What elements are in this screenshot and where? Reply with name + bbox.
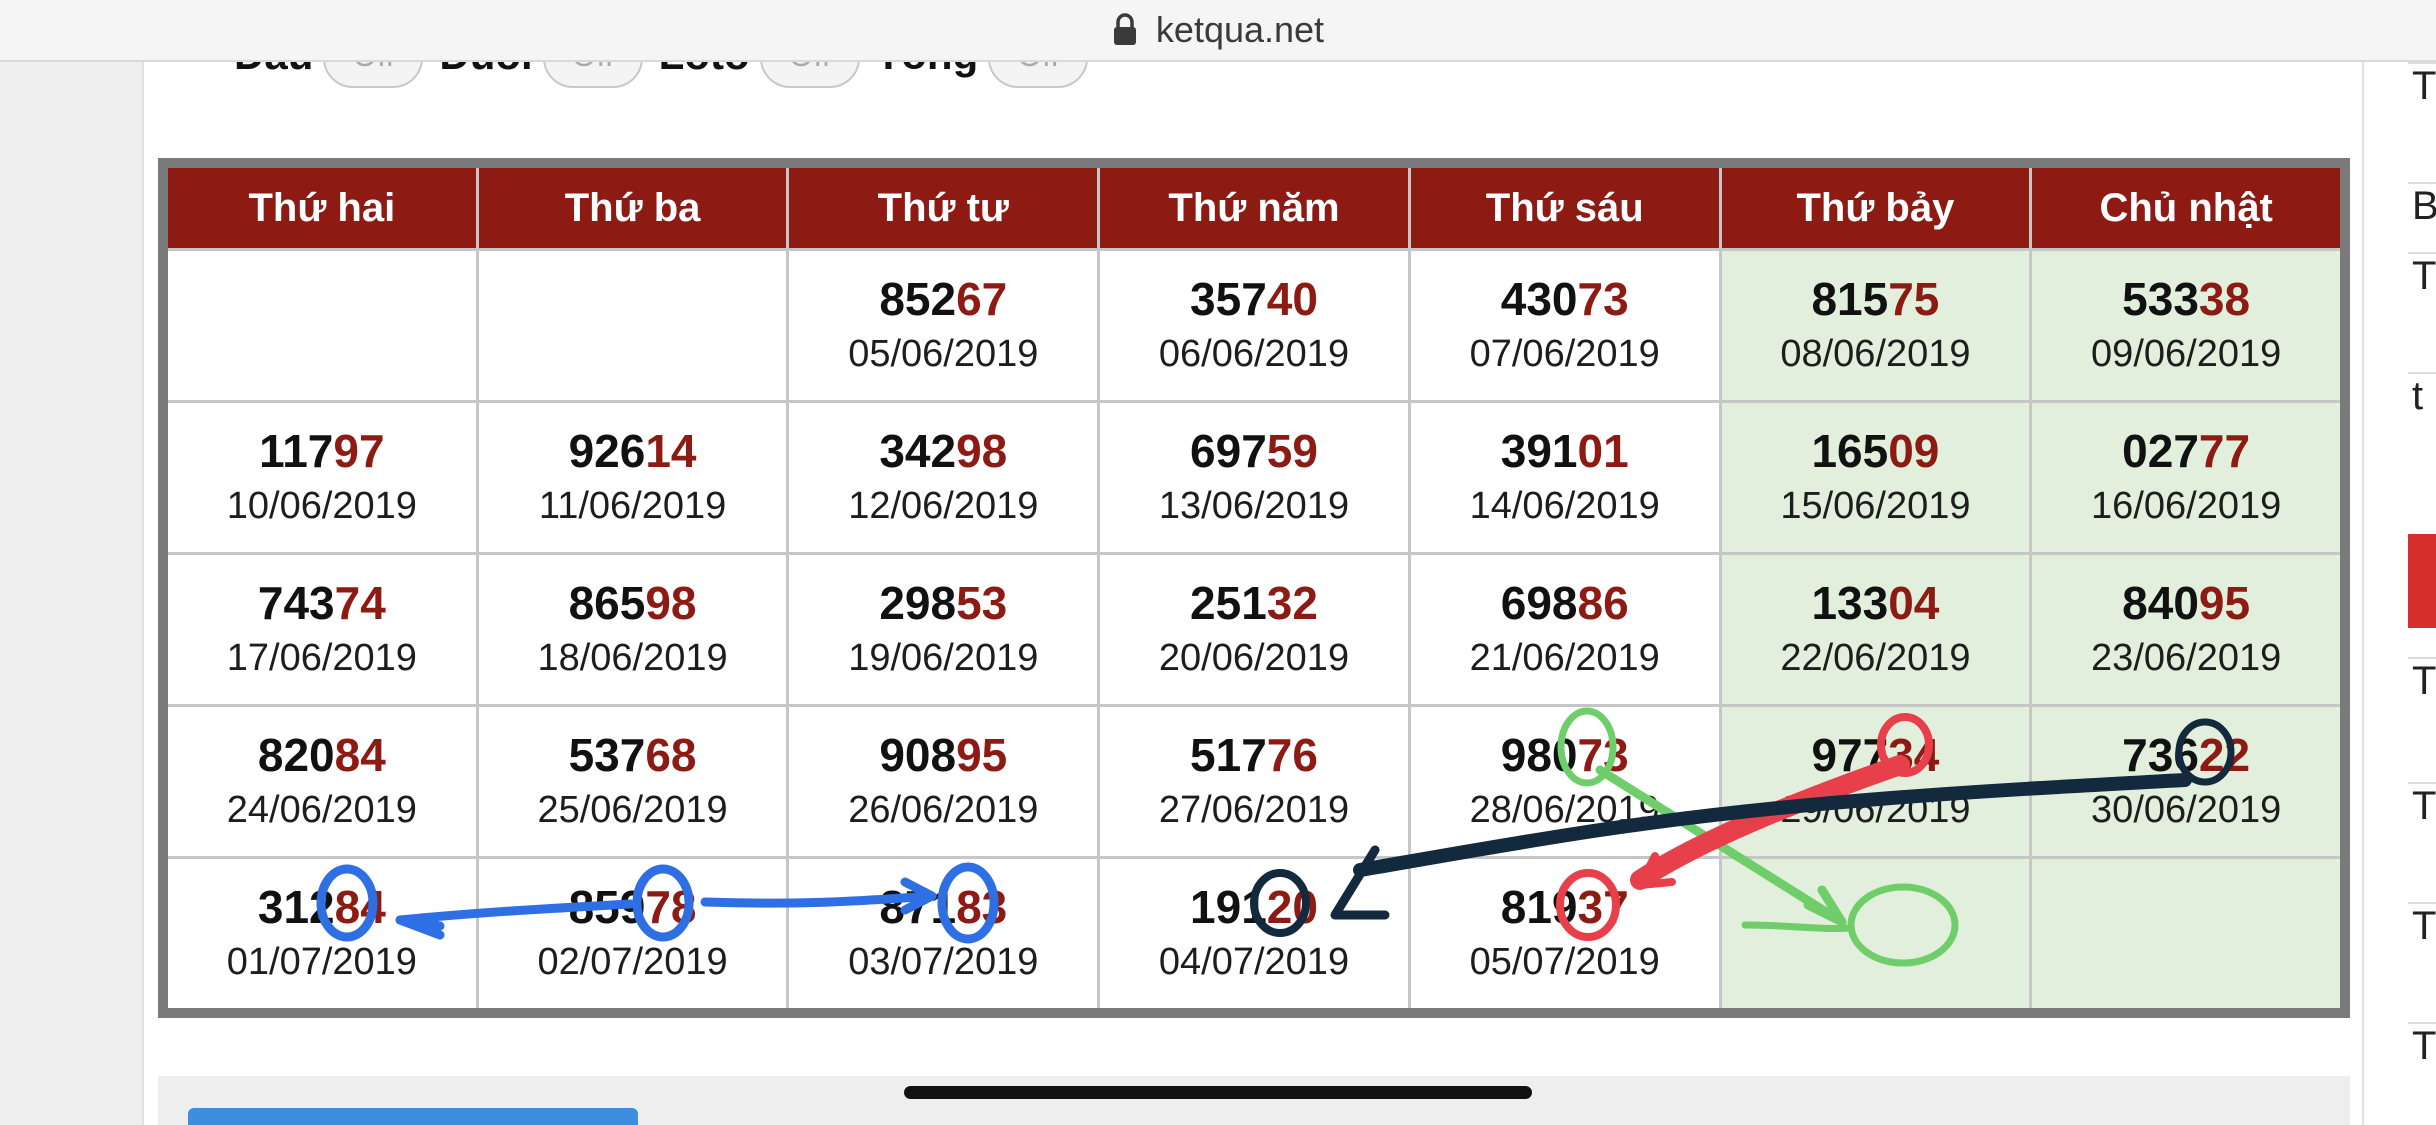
green-stroke [1741, 921, 1854, 932]
green-target-circle [1847, 883, 1959, 967]
lock-icon [1113, 13, 1136, 45]
blue-arrowhead-left [395, 915, 445, 940]
blue-arrow-left [395, 899, 635, 925]
navy-arrowhead [1330, 845, 1390, 920]
blue-circle-78 [632, 864, 694, 942]
navy-arrow [1353, 773, 2192, 877]
blue-circle-83 [937, 862, 999, 944]
url-text: ketqua.net [1155, 9, 1325, 50]
address-bar[interactable]: ketqua.net [0, 0, 2436, 62]
green-arrowhead [1803, 885, 1847, 927]
blue-circle-84 [316, 864, 378, 942]
red-circle-37 [1556, 869, 1620, 941]
blue-arrow-right [700, 891, 937, 908]
navy-circle-20 [1250, 869, 1310, 937]
navy-circle-22 [2175, 718, 2235, 786]
handwritten-annotations [316, 707, 2235, 967]
home-indicator [904, 1086, 1532, 1099]
